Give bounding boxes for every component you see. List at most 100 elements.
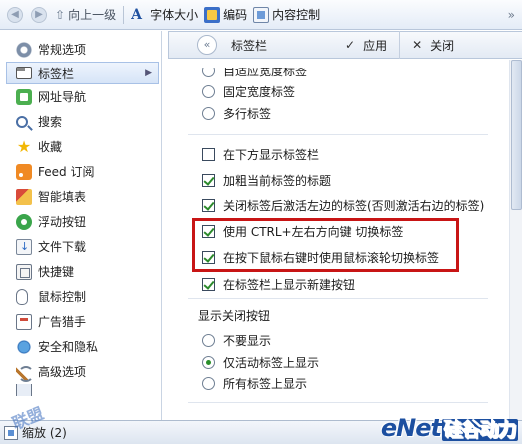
sidebar-item-tab-bar[interactable]: 标签栏 ▶ [6,62,159,84]
sidebar-item-label: 常规选项 [38,43,87,57]
sidebar-item-general[interactable]: 常规选项 [0,37,161,62]
section-divider [188,402,488,403]
sidebar-item-shortcut[interactable]: 快捷键 [0,259,161,284]
content-scrollbar[interactable] [509,60,522,420]
option-label: 仅活动标签上显示 [223,356,320,370]
sidebar-item-ad-hunter[interactable]: 广告猎手 [0,309,161,334]
forward-arrow-icon: ▶ [31,6,47,23]
panel-header: « 标签栏 ✓ 应用 ✕ 关闭 [168,31,522,59]
up-arrow-icon: ⇧ [55,7,66,22]
checkbox-tabbar-bottom[interactable]: 在下方显示标签栏 [202,146,319,163]
font-size-label: 字体大小 [150,8,199,22]
font-size-button[interactable]: A 字体大小 [128,3,201,27]
floating-button-icon [16,213,32,230]
sidebar-item-label: 文件下载 [38,240,87,254]
sidebar-item-label: 标签栏 [38,66,75,81]
radio-multiline[interactable]: 多行标签 [202,105,271,122]
radio-close-on-active[interactable]: 仅活动标签上显示 [202,354,319,371]
checkbox[interactable] [202,199,215,212]
radio-button[interactable] [202,68,215,77]
content-control-label: 内容控制 [272,8,321,22]
sidebar-item-label: 搜索 [38,115,63,129]
radio-fixed-width[interactable]: 固定宽度标签 [202,83,295,100]
tab-bar-settings: 自适应宽度标签 固定宽度标签 多行标签 在下方显示标签栏 加粗当前标签的标题 关… [168,60,509,420]
back-arrow-icon: ◀ [7,6,23,23]
radio-adaptive-width[interactable]: 自适应宽度标签 [202,68,307,79]
option-label: 在下方显示标签栏 [223,148,320,162]
option-label: 多行标签 [223,107,272,121]
checkbox[interactable] [202,174,215,187]
sidebar-item-label: 浮动按钮 [38,215,87,229]
checkbox-new-tab-button[interactable]: 在标签栏上显示新建按钮 [202,276,355,293]
sidebar-item-label: 收藏 [38,140,63,154]
option-label: 加粗当前标签的标题 [223,174,332,188]
radio-no-close-button[interactable]: 不要显示 [202,332,271,349]
up-one-level-label: 向上一级 [68,8,117,22]
sidebar-item-label: 广告猎手 [38,315,87,329]
security-icon [16,338,32,355]
option-label: 关闭标签后激活左边的标签(否则激活右边的标签) [223,199,485,213]
radio-button[interactable] [202,107,215,120]
encoding-icon [204,6,221,23]
advanced-icon [16,363,34,382]
sidebar-item-label: 高级选项 [38,365,87,379]
sidebar-item-feed[interactable]: Feed 订阅 [0,159,161,184]
encoding-button[interactable]: 编码 [201,3,250,27]
sidebar-item-advanced[interactable]: 高级选项 [0,359,161,384]
sidebar-item-download[interactable]: 文件下载 [0,234,161,259]
chevron-right-icon: ▶ [145,68,152,78]
close-button[interactable]: ✕ 关闭 [400,31,466,59]
sidebar-item-label: 网址导航 [38,90,87,104]
sidebar-item-mouse-control[interactable]: 鼠标控制 [0,284,161,309]
checkmark-icon: ✓ [345,38,356,52]
watermark-brand-cn: 硅谷动力 [441,419,518,441]
option-label: 所有标签上显示 [223,377,308,391]
sidebar-item-search[interactable]: 搜索 [0,109,161,134]
checkbox-activate-left[interactable]: 关闭标签后激活左边的标签(否则激活右边的标签) [202,197,484,214]
sidebar-item-favorites[interactable]: ★ 收藏 [0,134,161,159]
watermark-overlay-text: 联盟 [9,403,47,434]
top-toolbar: ◀ ▶ ⇧ 向上一级 A 字体大小 编码 内容控制 » [0,0,522,30]
sidebar-item-security[interactable]: 安全和隐私 [0,334,161,359]
sidebar-item-label: 安全和隐私 [38,340,99,354]
sidebar-item-url-nav[interactable]: 网址导航 [0,84,161,109]
apply-button-label: 应用 [363,38,388,53]
section-divider [188,298,488,299]
scrollbar-thumb[interactable] [511,60,522,210]
sidebar-item-label: Feed 订阅 [38,165,95,179]
content-control-button[interactable]: 内容控制 [250,3,323,27]
option-label: 不要显示 [223,334,272,348]
collapse-sidebar-icon[interactable]: « [197,35,217,55]
download-icon [16,238,32,255]
search-icon [16,115,28,128]
toolbar-separator [123,5,125,24]
sidebar-item-smart-fill[interactable]: 智能填表 [0,184,161,209]
shortcut-key-icon [16,263,32,280]
options-sidebar: 常规选项 标签栏 ▶ 网址导航 搜索 ★ 收藏 Feed 订阅 智能填表 浮动按… [0,31,162,420]
star-icon: ★ [16,136,32,156]
back-button[interactable]: ◀ [4,3,28,27]
font-size-icon: A [131,6,142,23]
apply-button[interactable]: ✓ 应用 [333,31,399,59]
section-divider [188,134,488,135]
checkbox[interactable] [202,148,215,161]
close-button-label: 关闭 [430,38,455,53]
general-settings-icon [16,41,32,58]
red-highlight-annotation [192,218,459,272]
sidebar-item-floating-button[interactable]: 浮动按钮 [0,209,161,234]
radio-button[interactable] [202,356,215,369]
checkbox[interactable] [202,278,215,291]
forward-button[interactable]: ▶ [28,3,52,27]
watermark-logo: eNet 硅谷动力 [381,414,518,442]
radio-button[interactable] [202,334,215,347]
watermark-brand: eNet [380,414,442,442]
radio-close-on-all[interactable]: 所有标签上显示 [202,375,307,392]
close-icon: ✕ [412,38,423,52]
overflow-chevron-icon[interactable]: » [508,8,516,22]
up-one-level-button[interactable]: ⇧ 向上一级 [52,3,119,27]
partial-item-icon [16,384,32,396]
radio-button[interactable] [202,85,215,98]
ad-hunter-icon [16,313,32,330]
radio-button[interactable] [202,377,215,390]
checkbox-bold-title[interactable]: 加粗当前标签的标题 [202,172,331,189]
